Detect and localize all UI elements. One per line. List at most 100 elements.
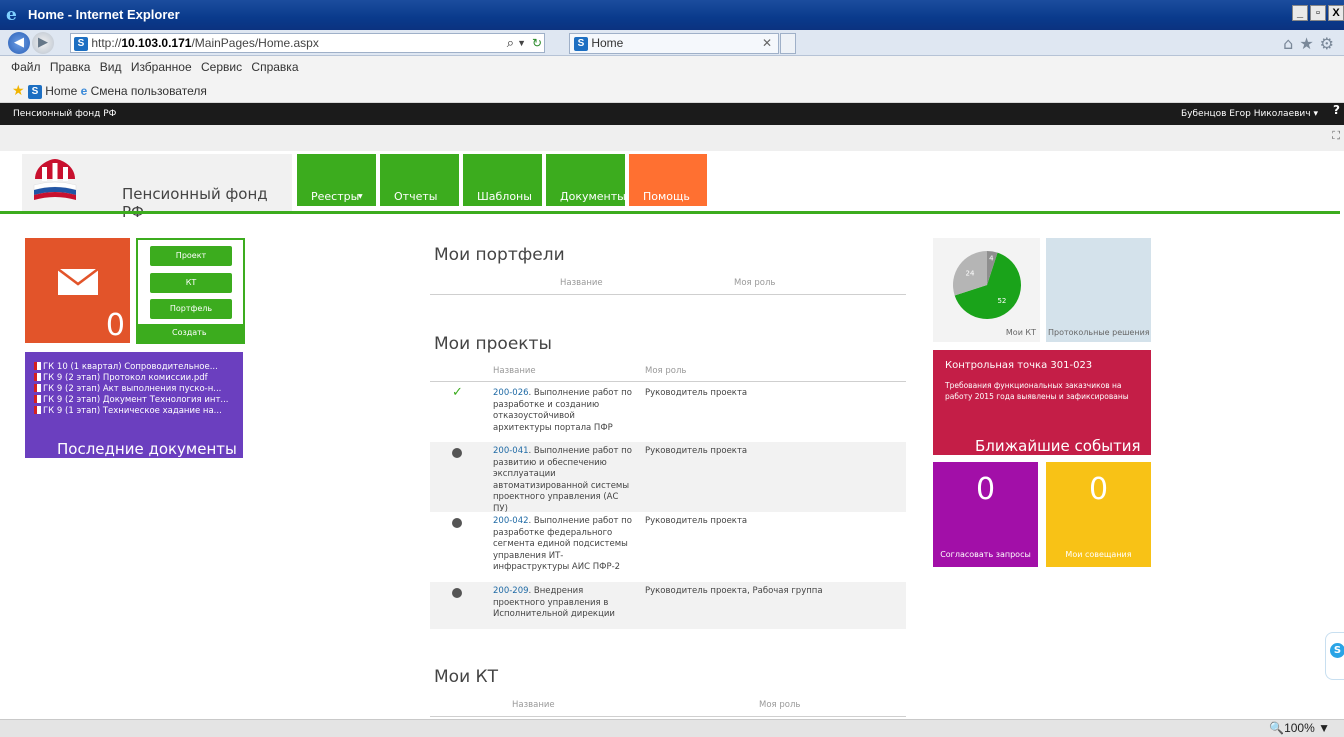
url-prefix: http:// (91, 36, 122, 50)
window-titlebar: e Home - Internet Explorer _ ▫ X (0, 0, 1344, 30)
sharepoint-favicon-icon: S (27, 84, 42, 99)
kt-pie-chart: 52 24 4 (953, 251, 1021, 319)
sharepoint-favicon-icon: S (74, 36, 88, 51)
favorite-home[interactable]: Home (45, 84, 77, 98)
nav-reports-label: Отчеты (394, 190, 438, 203)
recent-documents-tile: ГК 10 (1 квартал) Сопроводительное... ГК… (25, 352, 243, 458)
nav-help[interactable]: Помощь (629, 154, 707, 206)
menu-file[interactable]: Файл (11, 60, 41, 74)
project-name: 200-041. Выполнение работ по развитию и … (493, 446, 635, 516)
site-logo-area[interactable]: Пенсионный фонд РФ (22, 154, 292, 221)
event-checkpoint: Контрольная точка 301-023 (945, 360, 1093, 371)
user-menu[interactable]: Бубенцов Егор Николаевич ▾ (1181, 103, 1318, 125)
site-title: Пенсионный фонд РФ (122, 185, 268, 221)
project-role: Руководитель проекта, Рабочая группа (645, 586, 823, 596)
create-label: Создать (138, 324, 243, 342)
document-item[interactable]: ГК 9 (2 этап) Документ Технология инт... (34, 395, 229, 405)
projects-divider (430, 381, 906, 382)
forward-button[interactable]: ▶ (32, 32, 54, 54)
mail-count: 0 (105, 308, 125, 343)
project-link[interactable]: 200-041 (493, 446, 529, 456)
nav-templates[interactable]: Шаблоны (463, 154, 542, 206)
document-name: ГК 10 (1 квартал) Сопроводительное... (43, 362, 218, 372)
zoom-icon: 🔍 (1269, 721, 1285, 735)
create-portfolio-button[interactable]: Портфель (150, 299, 232, 319)
tab-home[interactable]: S Home ✕ (569, 33, 779, 54)
focus-content-icon[interactable]: ⛶ (1332, 129, 1340, 143)
favorites-star-icon[interactable]: ★ (1299, 34, 1319, 53)
document-name: ГК 9 (2 этап) Протокол комиссии.pdf (43, 373, 208, 383)
restore-button[interactable]: ▫ (1310, 5, 1326, 21)
minimize-button[interactable]: _ (1292, 5, 1308, 21)
menu-help[interactable]: Справка (251, 60, 298, 74)
ie-logo-icon: e (6, 5, 17, 25)
chevron-down-icon: ▼ (1318, 721, 1330, 735)
favorites-star-icon[interactable]: ★ (12, 82, 25, 98)
nav-help-label: Помощь (643, 190, 690, 203)
table-row: ✓ 200-026. Выполнение работ по разработк… (430, 384, 906, 442)
help-icon[interactable]: ? (1333, 103, 1340, 117)
create-project-button[interactable]: Проект (150, 246, 232, 266)
favorites-bar: ★ S Home e Смена пользователя (0, 78, 1344, 103)
suite-brand[interactable]: Пенсионный фонд РФ (13, 103, 116, 125)
nav-reports[interactable]: Отчеты (380, 154, 459, 206)
portfolios-divider (430, 294, 906, 295)
document-name: ГК 9 (2 этап) Акт выполнения пуско-н... (43, 384, 222, 394)
mail-tile[interactable]: 0 (25, 238, 130, 343)
document-item[interactable]: ГК 9 (1 этап) Техническое хадание на... (34, 406, 222, 416)
envelope-icon (58, 269, 98, 295)
url-dropdown-icon[interactable]: ▼ (517, 34, 526, 52)
document-item[interactable]: ГК 9 (2 этап) Протокол комиссии.pdf (34, 373, 208, 383)
close-window-button[interactable]: X (1328, 5, 1344, 21)
nav-documents[interactable]: Документы (546, 154, 626, 206)
user-name: Бубенцов Егор Николаевич (1180, 109, 1311, 119)
my-meetings-label: Мои совещания (1065, 550, 1132, 559)
kts-divider (430, 716, 906, 717)
ribbon-strip: ⛶ (0, 125, 1344, 151)
project-link[interactable]: 200-042 (493, 516, 529, 526)
my-meetings-tile[interactable]: 0 Мои совещания (1046, 462, 1151, 567)
zoom-control[interactable]: 🔍100% ▼ (1269, 721, 1330, 735)
checkmark-icon: ✓ (452, 385, 463, 400)
approve-requests-tile[interactable]: 0 Согласовать запросы (933, 462, 1038, 567)
ie-toolbar-icons: ⌂★⚙ (1283, 34, 1340, 53)
project-name: 200-026. Выполнение работ по разработке … (493, 388, 635, 434)
refresh-icon[interactable]: ↻ (532, 34, 542, 52)
window-controls: _ ▫ X (1292, 5, 1344, 21)
upcoming-events-tile[interactable]: Контрольная точка 301-023 Требования фун… (933, 350, 1151, 455)
skype-side-tab[interactable]: S (1325, 632, 1344, 680)
pdf-icon (34, 362, 41, 370)
protocol-decisions-tile[interactable]: Протокольные решения (1046, 238, 1151, 342)
menu-favorites[interactable]: Избранное (131, 60, 192, 74)
status-dot-icon (452, 448, 462, 458)
chevron-down-icon: ▼ (358, 193, 363, 200)
upcoming-events-title: Ближайшие события (975, 437, 1141, 455)
document-item[interactable]: ГК 9 (2 этап) Акт выполнения пуско-н... (34, 384, 221, 394)
gear-icon[interactable]: ⚙ (1320, 34, 1340, 53)
tab-close-icon[interactable]: ✕ (762, 34, 772, 53)
tab-title: Home (591, 36, 624, 50)
approve-requests-label: Согласовать запросы (940, 550, 1031, 559)
menu-view[interactable]: Вид (100, 60, 122, 74)
pfr-logo-icon (33, 159, 77, 200)
nav-registries[interactable]: Реестры ▼ (297, 154, 376, 206)
document-item[interactable]: ГК 10 (1 квартал) Сопроводительное... (34, 362, 218, 372)
home-icon[interactable]: ⌂ (1283, 34, 1299, 53)
nav-documents-label: Документы (560, 190, 626, 203)
back-button[interactable]: ◀ (8, 32, 30, 54)
favorite-switch-user[interactable]: Смена пользователя (91, 84, 207, 98)
create-kt-button[interactable]: КТ (150, 273, 232, 293)
menu-edit[interactable]: Правка (50, 60, 91, 74)
url-input[interactable]: S http://10.103.0.171/MainPages/Home.asp… (70, 33, 545, 53)
project-link[interactable]: 200-026 (493, 388, 529, 398)
window-title: Home - Internet Explorer (28, 7, 180, 22)
new-tab-button[interactable] (780, 33, 796, 54)
my-kt-tile[interactable]: 52 24 4 Мои КТ (933, 238, 1040, 342)
project-link[interactable]: 200-209 (493, 586, 529, 596)
address-bar: ◀ ▶ S http://10.103.0.171/MainPages/Home… (0, 30, 1344, 56)
search-icon[interactable]: ⌕ (507, 34, 514, 52)
menu-tools[interactable]: Сервис (201, 60, 242, 74)
document-name: ГК 9 (2 этап) Документ Технология инт... (43, 395, 229, 405)
event-description: Требования функциональных заказчиков на … (945, 381, 1129, 401)
chevron-down-icon: ▾ (1313, 109, 1318, 119)
